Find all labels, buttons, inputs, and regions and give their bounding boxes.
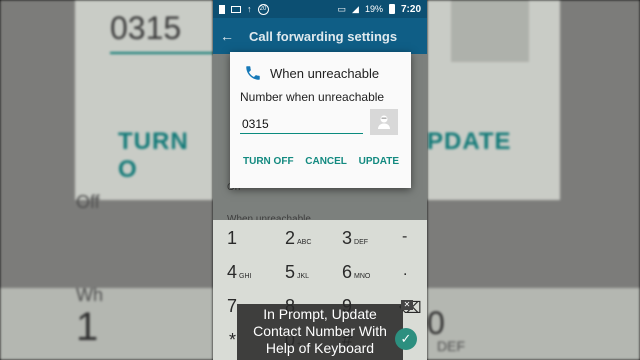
key-6[interactable]: 6 MNO: [342, 262, 370, 283]
dialog-title: When unreachable: [270, 65, 380, 81]
key-2[interactable]: 2 ABC: [285, 228, 311, 249]
clock: 7:20: [400, 3, 421, 15]
message-icon: [231, 5, 241, 13]
done-key[interactable]: ✓: [395, 328, 417, 350]
background-key: 1: [76, 305, 99, 349]
key-7[interactable]: 7: [227, 296, 237, 317]
key-dot[interactable]: .: [403, 262, 407, 280]
contact-picker-button[interactable]: [370, 109, 398, 135]
background-action-text: TURN O: [118, 128, 189, 183]
background-key-letters: DEF: [437, 338, 465, 354]
notification-icon: [219, 4, 225, 14]
app-bar: ← Call forwarding settings: [213, 18, 427, 54]
upload-icon: ↑: [247, 4, 252, 14]
background-number: 0315: [110, 10, 182, 46]
close-icon[interactable]: ✕: [401, 300, 413, 310]
video-caption: In Prompt, Update Contact Number With He…: [237, 304, 403, 360]
phone-icon: [246, 66, 260, 80]
caption-line-1: In Prompt, Update: [263, 306, 377, 322]
key-1[interactable]: 1: [227, 228, 237, 249]
cancel-button[interactable]: CANCEL: [305, 156, 347, 167]
background-key: 0: [427, 305, 445, 341]
update-button[interactable]: UPDATE: [359, 156, 399, 167]
background-action-text: PDATE: [427, 128, 512, 155]
background-faded-label: Off: [76, 192, 100, 212]
battery-icon: [388, 4, 395, 14]
background-keyboard-strip: [0, 288, 213, 360]
key-dash[interactable]: -: [402, 228, 407, 246]
contact-icon: [378, 115, 390, 129]
turn-off-button[interactable]: TURN OFF: [243, 156, 294, 167]
background-left-blur: 0315 TURN O Off Wh 1: [0, 0, 213, 360]
background-right-blur: PDATE 0 DEF: [427, 0, 640, 360]
forwarding-number-input[interactable]: [240, 114, 363, 134]
signal-icon: ◢: [352, 3, 359, 14]
video-frame: 0315 TURN O Off Wh 1 PDATE 0 DEF ↑ 20 ▭ …: [0, 0, 640, 360]
caption-line-3: Help of Keyboard: [265, 340, 375, 356]
status-bar: ↑ 20 ▭ ◢ 19% 7:20: [213, 0, 427, 18]
page-title: Call forwarding settings: [249, 28, 398, 44]
caption-line-2: Contact Number With: [253, 323, 387, 339]
arrow-back-icon[interactable]: ←: [213, 28, 241, 44]
background-underline: [110, 52, 213, 54]
key-3[interactable]: 3 DEF: [342, 228, 368, 249]
call-forwarding-dialog: When unreachable Number when unreachable…: [230, 52, 411, 188]
key-5[interactable]: 5 JKL: [285, 262, 309, 283]
cast-icon: ▭: [337, 3, 347, 14]
key-4[interactable]: 4 GHI: [227, 262, 251, 283]
key-star[interactable]: *: [229, 330, 236, 351]
battery-percent: 19%: [364, 4, 383, 14]
background-faded-key: Wh: [76, 285, 103, 305]
background-avatar-box: [451, 0, 529, 62]
number-field-label: Number when unreachable: [240, 90, 385, 104]
badge-icon: 20: [257, 3, 269, 15]
